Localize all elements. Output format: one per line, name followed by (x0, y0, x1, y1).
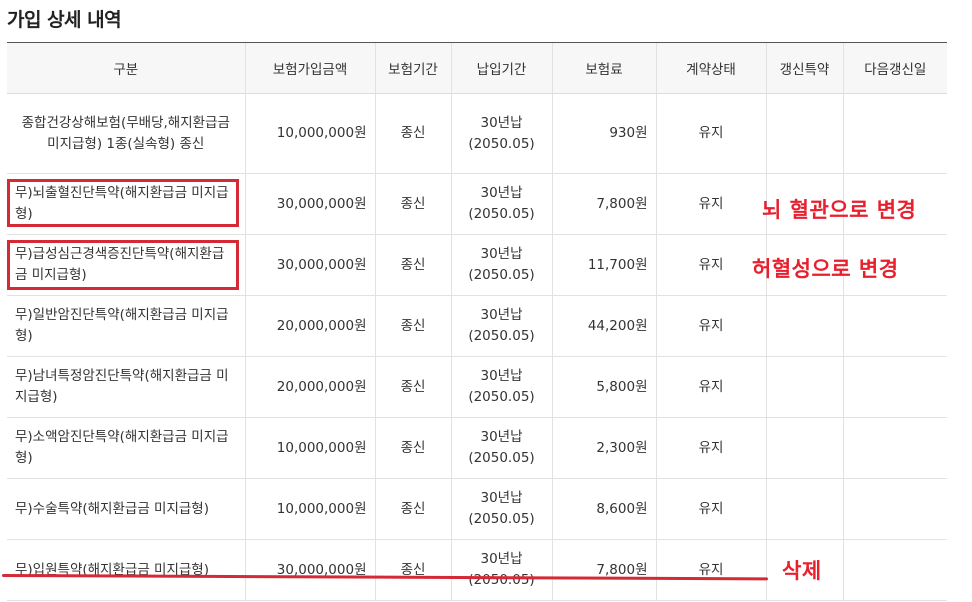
header-category: 구분 (7, 42, 245, 94)
header-payment-term: 납입기간 (450, 42, 552, 94)
row-renewal-rider (765, 417, 843, 479)
table-row: 무)일반암진단특약(해지환급금 미지급형) 20,000,000원 종신 30년… (7, 295, 947, 357)
row-term: 종신 (374, 478, 451, 540)
pay-term-until: (2050.05) (468, 206, 535, 222)
pay-term-years: 30년납 (480, 368, 523, 384)
page-title: 가입 상세 내역 (7, 9, 122, 31)
header-insurance-term: 보험기간 (374, 42, 451, 94)
row-status: 유지 (655, 417, 766, 479)
row-premium: 7,800원 (551, 539, 656, 601)
pay-term-until: (2050.05) (468, 328, 535, 344)
header-premium: 보험료 (551, 42, 656, 94)
row-amount: 10,000,000원 (244, 478, 375, 540)
row-status: 유지 (655, 173, 766, 235)
row-status: 유지 (655, 93, 766, 174)
pay-term-years: 30년납 (480, 551, 523, 567)
table-row: 종합건강상해보험(무배당,해지환급금 미지급형) 1종(실속형) 종신 10,0… (7, 93, 947, 174)
row-amount: 30,000,000원 (244, 234, 375, 296)
row-pay-term: 30년납 (2050.05) (450, 417, 552, 479)
pay-term-years: 30년납 (480, 114, 523, 131)
row-amount: 30,000,000원 (244, 173, 375, 235)
row-pay-term: 30년납 (2050.05) (450, 234, 552, 296)
annotation-delete: 삭제 (782, 559, 822, 583)
pay-term-until: (2050.05) (468, 572, 535, 588)
row-pay-term: 30년납 (2050.05) (450, 356, 552, 418)
row-pay-term: 30년납 (2050.05) (450, 478, 552, 540)
row-amount: 20,000,000원 (244, 295, 375, 357)
row-next-renewal (842, 356, 947, 418)
row-premium: 11,700원 (551, 234, 656, 296)
pay-term-until: (2050.05) (468, 511, 535, 527)
row-next-renewal (842, 93, 947, 174)
pay-term-years: 30년납 (480, 246, 523, 262)
row-premium: 5,800원 (551, 356, 656, 418)
row-status: 유지 (655, 295, 766, 357)
row-name: 종합건강상해보험(무배당,해지환급금 미지급형) 1종(실속형) 종신 (7, 93, 245, 174)
row-pay-term: 30년납 (2050.05) (450, 539, 552, 601)
row-pay-term: 30년납 (2050.05) (450, 295, 552, 357)
header-contract-status: 계약상태 (655, 42, 766, 94)
row-premium: 7,800원 (551, 173, 656, 235)
row-name: 무)수술특약(해지환급금 미지급형) (7, 478, 245, 540)
row-renewal-rider (765, 93, 843, 174)
row-status: 유지 (655, 539, 766, 601)
table-header-row: 구분 보험가입금액 보험기간 납입기간 보험료 계약상태 갱신특약 다음갱신일 (7, 42, 947, 94)
table-row: 무)수술특약(해지환급금 미지급형) 10,000,000원 종신 30년납 (2… (7, 478, 947, 540)
pay-term-years: 30년납 (480, 429, 523, 445)
row-premium: 44,200원 (551, 295, 656, 357)
row-premium: 930원 (551, 93, 656, 174)
row-renewal-rider (765, 295, 843, 357)
header-next-renewal-date: 다음갱신일 (842, 42, 947, 94)
row-amount: 10,000,000원 (244, 417, 375, 479)
subscription-details-table: 구분 보험가입금액 보험기간 납입기간 보험료 계약상태 갱신특약 다음갱신일 … (7, 42, 947, 601)
row-term: 종신 (374, 356, 451, 418)
row-status: 유지 (655, 356, 766, 418)
row-name: 무)남녀특정암진단특약(해지환급금 미지급형) (7, 356, 245, 418)
annotation-change-cerebral: 뇌 혈관으로 변경 (762, 198, 917, 222)
row-next-renewal (842, 539, 947, 601)
row-pay-term: 30년납 (2050.05) (450, 173, 552, 235)
row-next-renewal (842, 417, 947, 479)
row-amount: 30,000,000원 (244, 539, 375, 601)
row-name: 무)일반암진단특약(해지환급금 미지급형) (7, 295, 245, 357)
row-status: 유지 (655, 478, 766, 540)
row-status: 유지 (655, 234, 766, 296)
pay-term-years: 30년납 (480, 490, 523, 506)
annotation-change-ischemic: 허혈성으로 변경 (752, 257, 899, 281)
row-premium: 2,300원 (551, 417, 656, 479)
pay-term-until: (2050.05) (468, 135, 535, 152)
row-premium: 8,600원 (551, 478, 656, 540)
row-name: 무)급성심근경색증진단특약(해지환급금 미지급형) (7, 234, 245, 296)
row-term: 종신 (374, 295, 451, 357)
pay-term-years: 30년납 (480, 185, 523, 201)
row-renewal-rider (765, 478, 843, 540)
row-name: 무)소액암진단특약(해지환급금 미지급형) (7, 417, 245, 479)
row-term: 종신 (374, 539, 451, 601)
row-term: 종신 (374, 173, 451, 235)
row-pay-term: 30년납 (2050.05) (450, 93, 552, 174)
pay-term-until: (2050.05) (468, 389, 535, 405)
pay-term-until: (2050.05) (468, 267, 535, 283)
row-name: 무)입원특약(해지환급금 미지급형) (7, 539, 245, 601)
row-amount: 20,000,000원 (244, 356, 375, 418)
row-next-renewal (842, 295, 947, 357)
table-row: 무)남녀특정암진단특약(해지환급금 미지급형) 20,000,000원 종신 3… (7, 356, 947, 418)
table-row: 무)소액암진단특약(해지환급금 미지급형) 10,000,000원 종신 30년… (7, 417, 947, 479)
pay-term-years: 30년납 (480, 307, 523, 323)
row-term: 종신 (374, 417, 451, 479)
row-next-renewal (842, 478, 947, 540)
row-renewal-rider (765, 356, 843, 418)
header-renewal-rider: 갱신특약 (765, 42, 843, 94)
row-term: 종신 (374, 93, 451, 174)
row-amount: 10,000,000원 (244, 93, 375, 174)
pay-term-until: (2050.05) (468, 450, 535, 466)
header-coverage-amount: 보험가입금액 (244, 42, 375, 94)
row-term: 종신 (374, 234, 451, 296)
row-name: 무)뇌출혈진단특약(해지환급금 미지급형) (7, 173, 245, 235)
